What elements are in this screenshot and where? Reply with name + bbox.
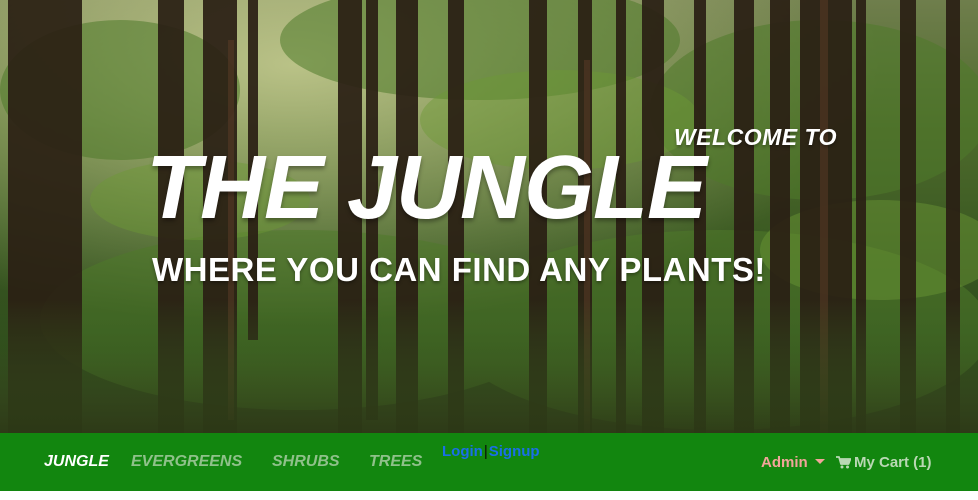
caret-down-icon (814, 459, 825, 464)
admin-label: Admin (761, 454, 808, 471)
admin-dropdown[interactable]: Admin (761, 454, 825, 471)
my-cart-link[interactable]: My Cart (1) (836, 454, 932, 473)
cart-label: My Cart (1) (854, 454, 932, 471)
login-link[interactable]: Login (442, 443, 483, 460)
page-title: THE JUNGLE (146, 138, 707, 238)
hero-subtitle: WHERE YOU CAN FIND ANY PLANTS! (152, 251, 766, 288)
signup-link[interactable]: Signup (489, 443, 540, 460)
nav-link-trees[interactable]: TREES (369, 453, 422, 471)
hero-banner: WELCOME TO THE JUNGLE WHERE YOU CAN FIND… (0, 0, 978, 433)
nav-link-shrubs[interactable]: SHRUBS (272, 453, 340, 471)
shopping-cart-icon (836, 456, 852, 473)
nav-link-evergreens[interactable]: EVERGREENS (131, 453, 242, 471)
auth-links: Login|Signup (442, 443, 540, 460)
brand-link[interactable]: JUNGLE (44, 453, 109, 471)
hero-heading-group: WELCOME TO THE JUNGLE WHERE YOU CAN FIND… (0, 0, 978, 433)
navbar: JUNGLE EVERGREENS SHRUBS TREES Login|Sig… (0, 433, 978, 491)
